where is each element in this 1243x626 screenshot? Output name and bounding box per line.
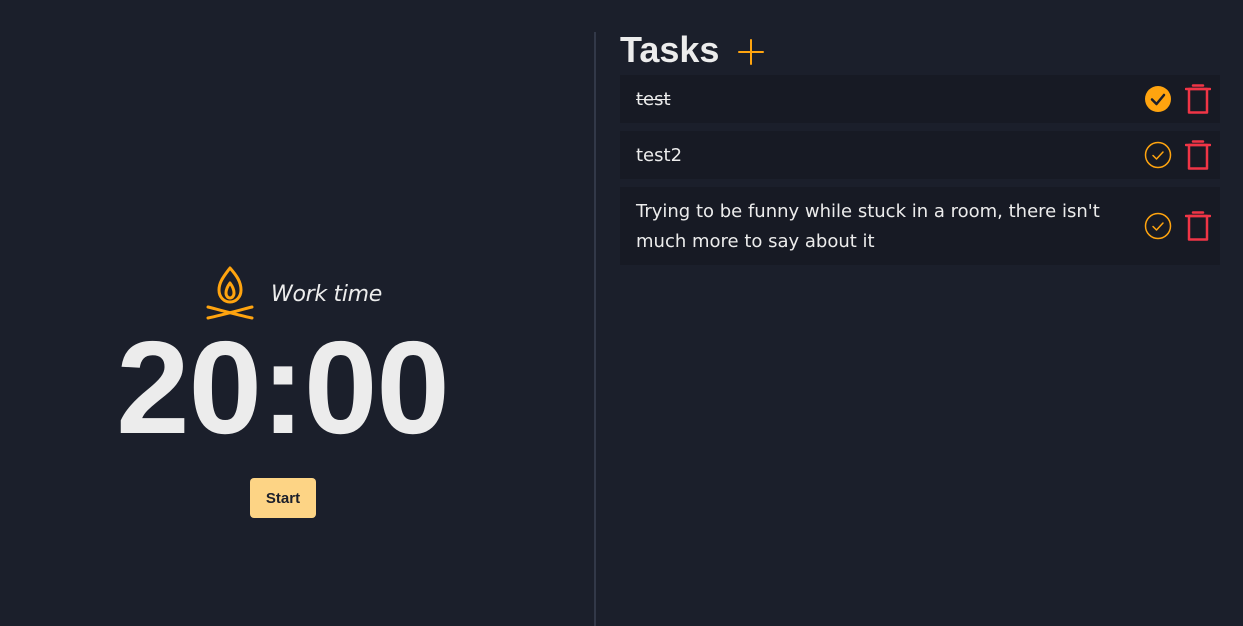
check-circle-icon: [1144, 212, 1172, 240]
task-item: Trying to be funny while stuck in a room…: [620, 187, 1220, 265]
add-task-button[interactable]: [737, 38, 765, 66]
trash-icon: [1185, 84, 1211, 114]
task-item: test2: [620, 131, 1220, 179]
delete-task-button[interactable]: [1184, 84, 1212, 114]
panel-divider: [594, 32, 596, 626]
task-actions: [1144, 140, 1212, 170]
tasks-panel: Tasks test test2 Trying to be funny whil…: [620, 28, 1220, 273]
trash-icon: [1185, 140, 1211, 170]
task-text: test: [636, 89, 671, 110]
complete-task-button[interactable]: [1144, 85, 1172, 113]
timer-panel: Work time 20:00 Start: [0, 0, 595, 626]
task-item: test: [620, 75, 1220, 123]
task-text: test2: [636, 145, 683, 166]
task-list: test test2 Trying to be funny while stuc…: [620, 75, 1220, 265]
campfire-icon: [204, 265, 256, 321]
trash-icon: [1185, 211, 1211, 241]
task-actions: [1144, 84, 1212, 114]
complete-task-button[interactable]: [1144, 141, 1172, 169]
task-text: Trying to be funny while stuck in a room…: [636, 201, 1100, 252]
plus-icon: [738, 39, 765, 65]
delete-task-button[interactable]: [1184, 140, 1212, 170]
start-button[interactable]: Start: [250, 478, 316, 518]
timer-display: 20:00: [116, 314, 450, 461]
complete-task-button[interactable]: [1144, 212, 1172, 240]
check-circle-icon: [1144, 141, 1172, 169]
check-circle-filled-icon: [1145, 86, 1171, 112]
timer-mode-label: Work time: [271, 281, 382, 307]
task-actions: [1144, 211, 1212, 241]
app: Work time 20:00 Start Tasks test test2 T…: [0, 0, 1243, 626]
tasks-header: Tasks: [620, 28, 1220, 72]
delete-task-button[interactable]: [1184, 211, 1212, 241]
tasks-title: Tasks: [620, 29, 720, 70]
timer-mode: Work time: [204, 265, 382, 321]
